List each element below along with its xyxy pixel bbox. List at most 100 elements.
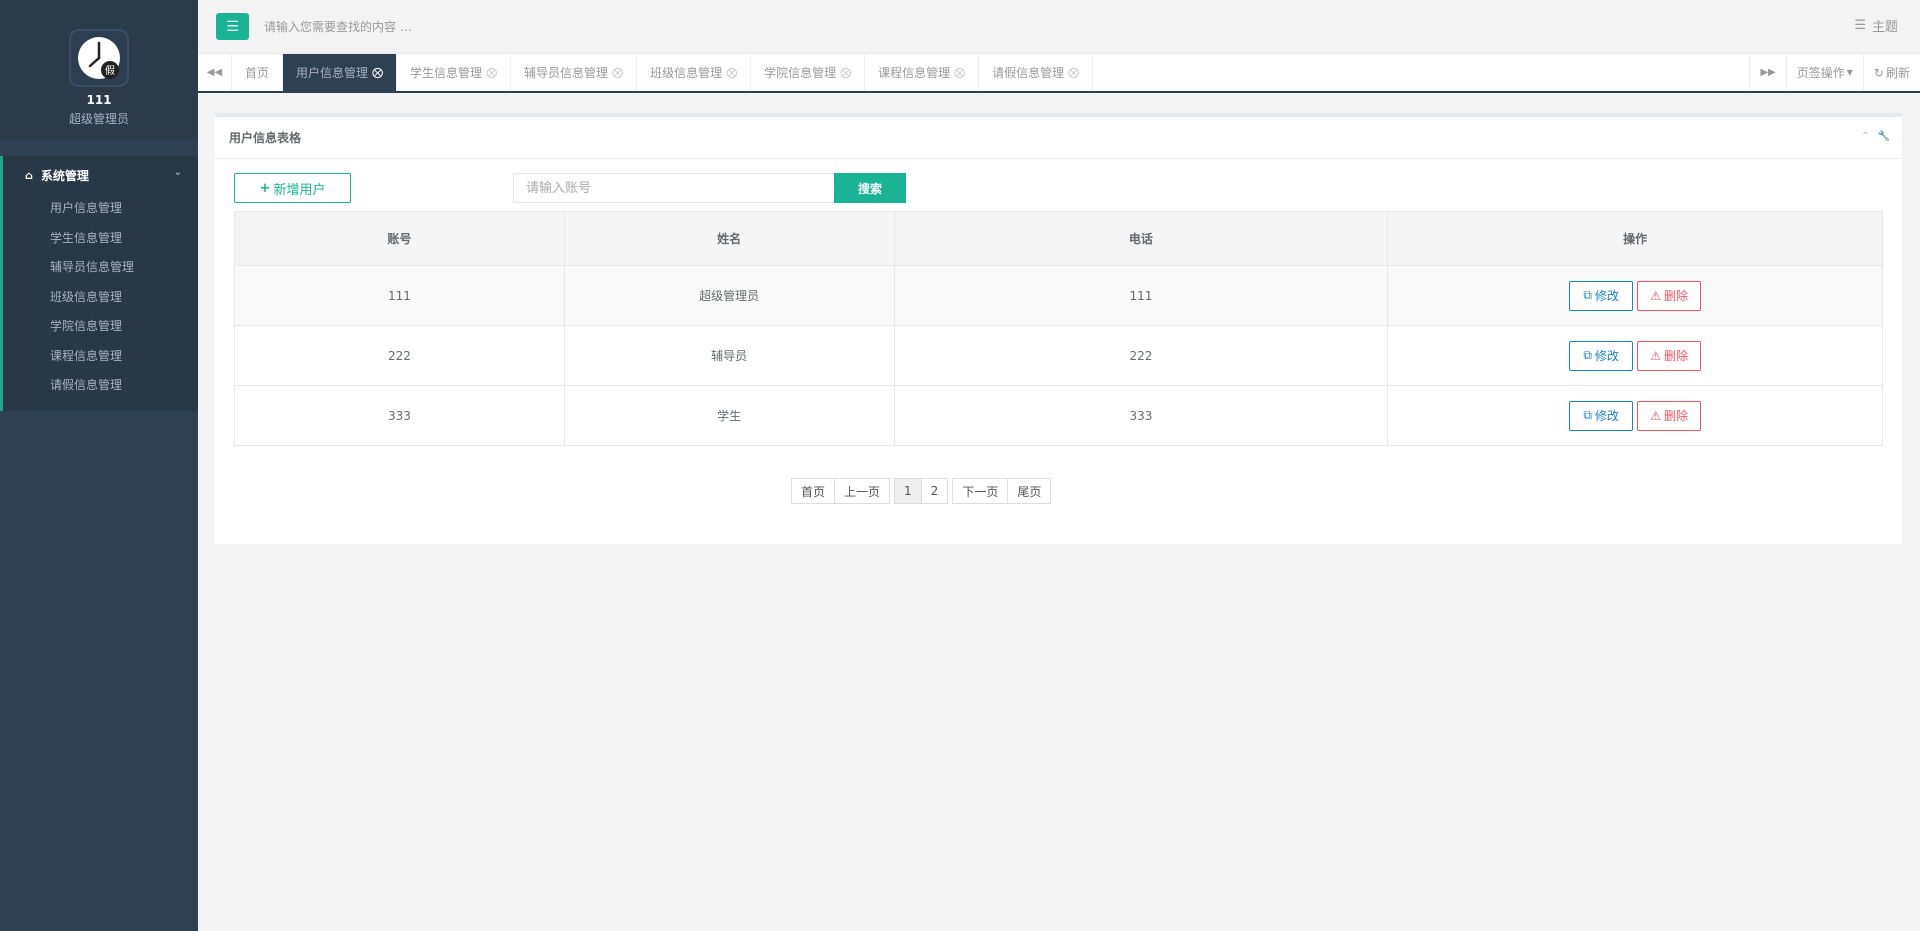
column-header-phone[interactable]: 电话 [893,211,1389,266]
close-icon[interactable]: ⨂ [840,66,851,79]
add-user-label: 新增用户 [273,182,326,198]
app-logo: 假 [69,29,129,87]
page-prev-button[interactable]: 上一页 [835,478,891,504]
tab-colleges[interactable]: 学院信息管理 ⨂ [751,54,866,91]
cell-phone: 222 [893,325,1389,386]
edit-label: 修改 [1594,349,1619,363]
page-ops-label: 页签操作 [1796,66,1845,80]
panel-tools: ⌃ 🔧 [1861,131,1890,142]
refresh-icon: ↻ [1873,65,1884,80]
close-icon[interactable]: ⨂ [726,66,737,79]
tab-label: 课程信息管理 [878,66,951,80]
edit-button[interactable]: ⧉ 修改 [1569,400,1634,431]
profile-name[interactable]: 111 [86,93,111,107]
cell-phone: 111 [893,265,1389,326]
delete-button[interactable]: ⚠ 删除 [1637,400,1702,431]
sidebar-item-students[interactable]: 学生信息管理 [3,224,198,254]
cell-name: 辅导员 [563,325,895,386]
cell-account: 333 [234,385,565,446]
account-search-input[interactable] [513,173,835,203]
table-row: 333 学生 333 ⧉ 修改 ⚠ 删除 [234,385,1883,446]
sidebar-item-counselors[interactable]: 辅导员信息管理 [3,253,198,283]
cell-name: 学生 [563,385,895,446]
warning-icon: ⚠ [1650,288,1661,303]
page-number-button[interactable]: 2 [921,478,949,504]
delete-label: 删除 [1663,409,1688,423]
copy-icon: ⧉ [1583,288,1592,302]
menu-toggle-button[interactable]: ☰ [216,13,249,40]
edit-label: 修改 [1594,409,1619,423]
list-icon: ☰ [1854,18,1866,33]
edit-button[interactable]: ⧉ 修改 [1569,280,1634,311]
wrench-icon[interactable]: 🔧 [1878,131,1890,142]
tab-classes[interactable]: 班级信息管理 ⨂ [637,54,752,91]
sidebar-item-users[interactable]: 用户信息管理 [3,194,198,224]
close-icon[interactable]: ⨂ [612,66,623,79]
theme-button[interactable]: ☰ 主题 [1854,16,1898,35]
table-header-row: 账号 姓名 电话 操作 [234,211,1883,266]
tab-leaves[interactable]: 请假信息管理 ⨂ [979,54,1094,91]
close-icon[interactable]: ⨂ [1068,66,1079,79]
page-ops-dropdown[interactable]: 页签操作 ▼ [1785,54,1863,91]
delete-button[interactable]: ⚠ 删除 [1637,280,1702,311]
tabs-scroll-right-button[interactable]: ▶▶ [1749,54,1785,91]
cell-account: 111 [234,265,565,326]
user-table-panel: 用户信息表格 ⌃ 🔧 + 新增用户 搜索 账号 姓名 电话 操作 111 [215,113,1902,544]
cell-actions: ⧉ 修改 ⚠ 删除 [1387,265,1883,326]
tabs-scroll-left-button[interactable]: ◀◀ [198,54,232,91]
page-last-button[interactable]: 尾页 [1008,478,1052,504]
close-icon[interactable]: ⨂ [954,66,965,79]
delete-button[interactable]: ⚠ 删除 [1637,340,1702,371]
sidebar-item-colleges[interactable]: 学院信息管理 [3,312,198,342]
close-icon[interactable]: ⨂ [372,66,383,79]
plus-icon: + [259,180,271,196]
cell-name: 超级管理员 [563,265,895,326]
page-number-button[interactable]: 1 [894,478,922,504]
table-row: 111 超级管理员 111 ⧉ 修改 ⚠ 删除 [234,265,1883,326]
sidebar-item-courses[interactable]: 课程信息管理 [3,342,198,372]
cell-actions: ⧉ 修改 ⚠ 删除 [1387,385,1883,446]
tab-courses[interactable]: 课程信息管理 ⨂ [865,54,980,91]
nav-group-system: ⌂ 系统管理 ⌄ 用户信息管理 学生信息管理 辅导员信息管理 班级信息管理 学院… [0,156,198,411]
chevron-up-icon[interactable]: ⌃ [1861,131,1869,142]
nav-group-header[interactable]: ⌂ 系统管理 ⌄ [3,156,198,194]
close-icon[interactable]: ⨂ [486,66,497,79]
column-header-actions: 操作 [1387,211,1883,266]
edit-label: 修改 [1594,289,1619,303]
copy-icon: ⧉ [1583,408,1592,422]
refresh-label: 刷新 [1885,66,1910,80]
column-header-name[interactable]: 姓名 [563,211,895,266]
page-tabs-bar: ◀◀ 首页 用户信息管理 ⨂ 学生信息管理 ⨂ 辅导员信息管理 ⨂ 班级信息管理 ⨂ 学… [198,54,1920,93]
svg-text:假: 假 [105,64,115,77]
tab-label: 辅导员信息管理 [524,66,609,80]
caret-down-icon: ▼ [1846,68,1853,77]
tab-users[interactable]: 用户信息管理 ⨂ [283,54,398,91]
tab-students[interactable]: 学生信息管理 ⨂ [397,54,512,91]
cell-actions: ⧉ 修改 ⚠ 删除 [1387,325,1883,386]
tab-label: 班级信息管理 [650,66,723,80]
sidebar-item-leaves[interactable]: 请假信息管理 [3,371,198,401]
top-navbar: ☰ ☰ 主题 [198,0,1920,54]
tab-label: 学生信息管理 [410,66,483,80]
copy-icon: ⧉ [1583,348,1592,362]
edit-button[interactable]: ⧉ 修改 [1569,340,1634,371]
page-next-button[interactable]: 下一页 [952,478,1009,504]
global-search-input[interactable] [264,13,864,40]
page-first-button[interactable]: 首页 [791,478,836,504]
user-table: 账号 姓名 电话 操作 111 超级管理员 111 ⧉修改 ⚠删除 222 [234,211,1883,446]
add-user-button[interactable]: + 新增用户 [234,173,351,203]
warning-icon: ⚠ [1650,348,1661,363]
tab-counselors[interactable]: 辅导员信息管理 ⨂ [511,54,638,91]
tab-home[interactable]: 首页 [232,54,284,91]
sidebar-item-classes[interactable]: 班级信息管理 [3,283,198,313]
panel-header: 用户信息表格 ⌃ 🔧 [215,117,1902,159]
profile: 假 111 超级管理员 [0,0,198,140]
refresh-button[interactable]: ↻ 刷新 [1862,54,1920,91]
double-right-icon: ▶▶ [1760,67,1776,78]
nav-group-label: 系统管理 [40,168,89,183]
search-button[interactable]: 搜索 [834,173,906,203]
profile-role: 超级管理员 [68,112,129,126]
table-row: 222 辅导员 222 ⧉ 修改 ⚠ 删除 [234,325,1883,386]
column-header-account[interactable]: 账号 [234,211,565,266]
table-toolbar: + 新增用户 搜索 [234,173,1883,203]
